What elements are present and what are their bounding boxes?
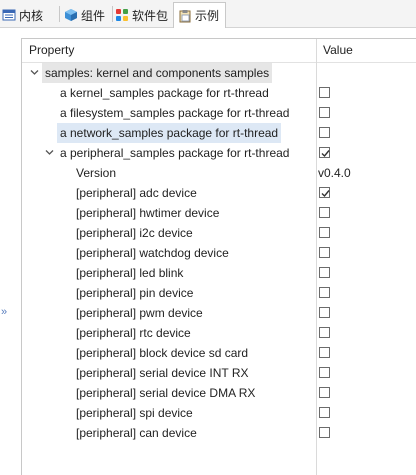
peripheral-row[interactable]: [peripheral] i2c device (22, 223, 416, 243)
peripheral-row[interactable]: [peripheral] block device sd card (22, 343, 416, 363)
peripheral-row[interactable]: [peripheral] rtc device (22, 323, 416, 343)
peripheral-row[interactable]: [peripheral] serial device INT RX (22, 363, 416, 383)
peripheral-label: [peripheral] pwm device (76, 306, 203, 320)
peripheral-row[interactable]: [peripheral] led blink (22, 263, 416, 283)
package-checkbox[interactable] (319, 107, 330, 118)
peripheral-checkbox[interactable] (319, 427, 330, 438)
clipboard-icon (178, 9, 192, 23)
expand-panel-icon[interactable]: » (1, 306, 7, 318)
peripheral-checkbox[interactable] (319, 407, 330, 418)
package-checkbox-checked[interactable] (319, 147, 330, 158)
peripheral-checkbox[interactable] (319, 247, 330, 258)
version-row[interactable]: Version v0.4.0 (22, 163, 416, 183)
tab-components-label: 组件 (81, 8, 106, 23)
version-label: Version (76, 166, 117, 180)
package-row-filesystem[interactable]: a filesystem_samples package for rt-thre… (22, 103, 416, 123)
peripheral-row[interactable]: [peripheral] pin device (22, 283, 416, 303)
tab-packages-label: 软件包 (132, 8, 169, 23)
value-column-header[interactable]: Value (323, 39, 353, 61)
peripheral-checkbox[interactable] (319, 387, 330, 398)
peripheral-row[interactable]: [peripheral] hwtimer device (22, 203, 416, 223)
peripheral-label: [peripheral] rtc device (76, 326, 191, 340)
package-checkbox[interactable] (319, 127, 330, 138)
package-row-peripheral[interactable]: a peripheral_samples package for rt-thre… (22, 143, 416, 163)
package-label: a network_samples package for rt-thread (57, 123, 282, 143)
tab-separator (112, 6, 113, 22)
tab-packages[interactable]: 软件包 (115, 4, 168, 26)
peripheral-row[interactable]: [peripheral] pwm device (22, 303, 416, 323)
peripheral-checkbox[interactable] (319, 347, 330, 358)
package-label: a peripheral_samples package for rt-thre… (60, 146, 290, 160)
peripheral-row[interactable]: [peripheral] can device (22, 423, 416, 443)
peripheral-label: [peripheral] hwtimer device (76, 206, 220, 220)
package-row-network[interactable]: a network_samples package for rt-thread (22, 123, 416, 143)
tab-separator (59, 6, 60, 22)
checkmark-icon (321, 190, 330, 198)
version-value[interactable]: v0.4.0 (318, 163, 351, 183)
peripheral-label: [peripheral] adc device (76, 186, 197, 200)
peripheral-row[interactable]: [peripheral] adc device (22, 183, 416, 203)
tab-kernel[interactable]: 内核 (2, 4, 43, 26)
peripheral-checkbox[interactable] (319, 307, 330, 318)
tab-samples[interactable]: 示例 (173, 2, 227, 28)
package-label: a filesystem_samples package for rt-thre… (60, 106, 290, 120)
peripheral-label: [peripheral] pin device (76, 286, 194, 300)
package-label: a kernel_samples package for rt-thread (60, 86, 269, 100)
peripheral-label: [peripheral] can device (76, 426, 197, 440)
peripheral-checkbox[interactable] (319, 227, 330, 238)
chevron-down-icon[interactable] (29, 67, 40, 78)
tree-root-row[interactable]: samples: kernel and components samples (22, 63, 416, 83)
peripheral-checkbox-checked[interactable] (319, 187, 330, 198)
tab-kernel-label: 内核 (19, 8, 44, 23)
peripheral-label: [peripheral] serial device DMA RX (76, 386, 256, 400)
peripheral-checkbox[interactable] (319, 267, 330, 278)
peripheral-row[interactable]: [peripheral] serial device DMA RX (22, 383, 416, 403)
peripheral-label: [peripheral] block device sd card (76, 346, 249, 360)
cube-icon (64, 8, 78, 22)
property-column-header[interactable]: Property (29, 39, 74, 61)
peripheral-label: [peripheral] watchdog device (76, 246, 229, 260)
chevron-down-icon[interactable] (44, 147, 55, 158)
peripheral-row[interactable]: [peripheral] spi device (22, 403, 416, 423)
peripheral-label: [peripheral] led blink (76, 266, 184, 280)
peripheral-label: [peripheral] serial device INT RX (76, 366, 249, 380)
tab-bar: 内核 组件 软件包 示例 (0, 0, 416, 28)
peripheral-label: [peripheral] i2c device (76, 226, 193, 240)
package-checkbox[interactable] (319, 87, 330, 98)
tree-root-label: samples: kernel and components samples (42, 63, 273, 83)
peripheral-row[interactable]: [peripheral] watchdog device (22, 243, 416, 263)
tab-samples-label: 示例 (195, 9, 220, 23)
peripheral-checkbox[interactable] (319, 207, 330, 218)
checkmark-icon (321, 150, 330, 158)
peripheral-checkbox[interactable] (319, 287, 330, 298)
kernel-icon (2, 8, 16, 22)
tab-components[interactable]: 组件 (64, 4, 105, 26)
packages-icon (115, 8, 129, 22)
property-panel: Property Value samples: kernel and compo… (21, 38, 416, 475)
package-row-kernel[interactable]: a kernel_samples package for rt-thread (22, 83, 416, 103)
peripheral-label: [peripheral] spi device (76, 406, 193, 420)
peripheral-checkbox[interactable] (319, 367, 330, 378)
peripheral-checkbox[interactable] (319, 327, 330, 338)
